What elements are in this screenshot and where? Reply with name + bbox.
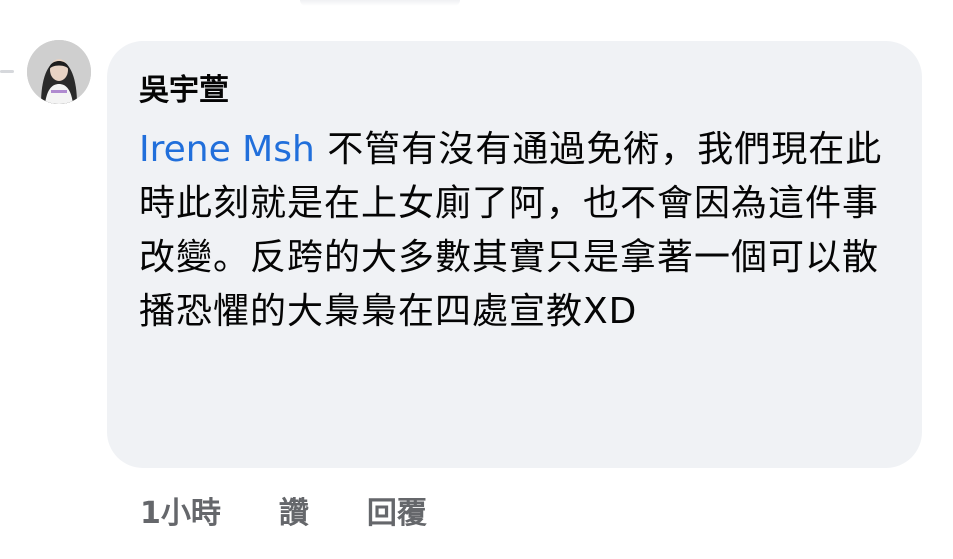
comment-actions: 1小時 讚 回覆 <box>140 488 427 532</box>
previous-comment-edge <box>300 0 460 6</box>
comment-timestamp[interactable]: 1小時 <box>140 488 221 532</box>
comment-author[interactable]: 吳宇萱 <box>139 73 892 111</box>
comment-bubble: 吳宇萱 Irene Msh 不管有沒有通過免術，我們現在此時此刻就是在上女廁了阿… <box>107 41 922 468</box>
avatar-image <box>27 40 91 104</box>
reply-button[interactable]: 回覆 <box>367 488 427 532</box>
comment-mention[interactable]: Irene Msh <box>139 129 315 170</box>
comment-text: Irene Msh 不管有沒有通過免術，我們現在此時此刻就是在上女廁了阿，也不會… <box>139 123 892 339</box>
like-button[interactable]: 讚 <box>279 488 309 532</box>
avatar[interactable] <box>27 40 91 104</box>
reply-thread-line <box>0 70 14 73</box>
